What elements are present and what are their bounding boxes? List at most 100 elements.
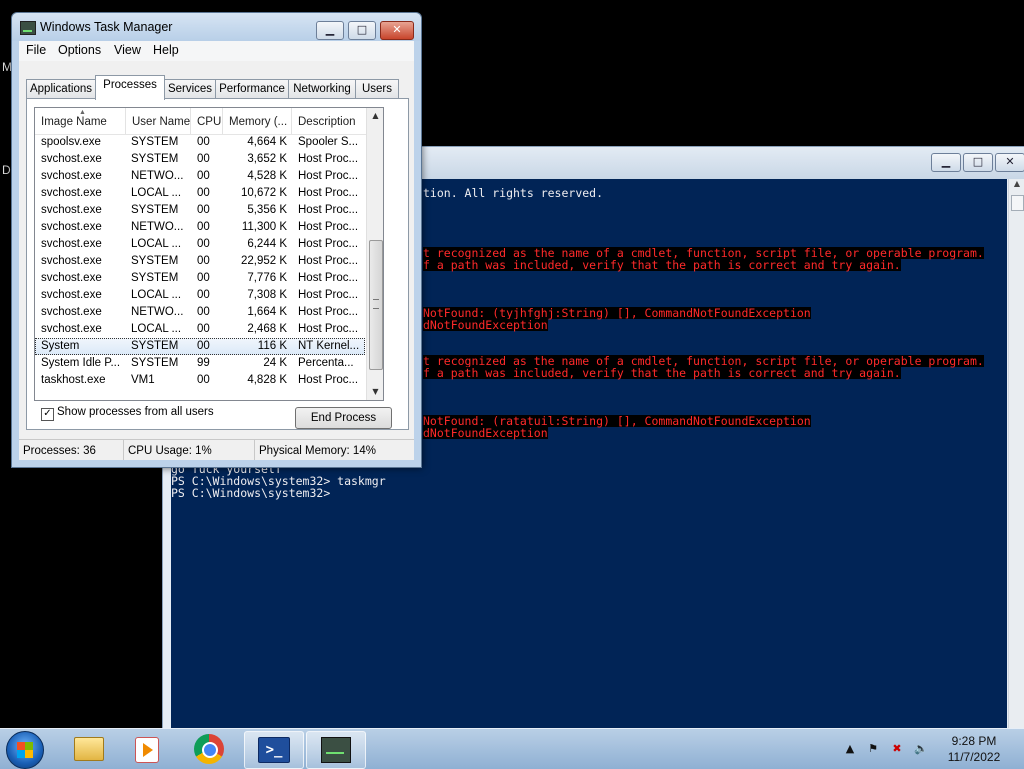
table-row[interactable]: svchost.exe NETWO... 00 11,300 K Host Proc..…	[35, 219, 365, 236]
menu-options[interactable]: Options	[58, 43, 101, 57]
end-process-button[interactable]: End Process	[295, 407, 392, 429]
tab-networking[interactable]: Networking	[288, 79, 356, 99]
minimize-button[interactable]: ▁	[931, 153, 961, 172]
table-row[interactable]: svchost.exe LOCAL ... 00 2,468 K Host Proc..…	[35, 321, 365, 338]
cell-memory: 7,308 K	[247, 289, 287, 301]
taskbar-media-player[interactable]	[116, 731, 174, 767]
network-icon[interactable]: ✖	[888, 729, 906, 769]
table-row[interactable]: System SYSTEM 00 116 K NT Kernel...	[35, 338, 365, 355]
tab-users[interactable]: Users	[355, 79, 399, 99]
maximize-button[interactable]: □	[963, 153, 993, 172]
task-manager-titlebar[interactable]: Windows Task Manager ▁ □ ✕	[12, 13, 421, 41]
cell-description: Host Proc...	[298, 323, 359, 335]
table-row[interactable]: svchost.exe NETWO... 00 1,664 K Host Proc...	[35, 304, 365, 321]
cell-cpu: 00	[197, 255, 210, 267]
menu-help[interactable]: Help	[153, 43, 179, 57]
cell-memory: 2,468 K	[247, 323, 287, 335]
column-cpu[interactable]: CPU	[191, 108, 223, 134]
cell-memory: 5,356 K	[247, 204, 287, 216]
cell-description: Host Proc...	[298, 272, 359, 284]
console-error-line: dNotFoundException	[423, 318, 548, 332]
minimize-button[interactable]: ▁	[316, 21, 344, 40]
clock-date: 11/7/2022	[947, 750, 1001, 764]
table-row[interactable]: svchost.exe SYSTEM 00 7,776 K Host Proc...	[35, 270, 365, 287]
status-bar: Processes: 36 CPU Usage: 1% Physical Mem…	[19, 439, 414, 460]
cell-image-name: svchost.exe	[41, 187, 102, 199]
table-row[interactable]: svchost.exe SYSTEM 00 5,356 K Host Proc...	[35, 202, 365, 219]
task-manager-icon	[321, 737, 351, 763]
clock[interactable]: 9:28 PM 11/7/2022	[936, 733, 1012, 765]
column-description[interactable]: Description	[292, 108, 366, 134]
column-memory[interactable]: Memory (...	[223, 108, 292, 134]
cell-image-name: System	[41, 340, 80, 352]
cell-image-name: svchost.exe	[41, 238, 102, 250]
table-row[interactable]: taskhost.exe VM1 00 4,828 K Host Proc...	[35, 372, 365, 389]
table-row[interactable]: spoolsv.exe SYSTEM 00 4,664 K Spooler S...	[35, 134, 365, 151]
scroll-down-icon[interactable]: ▼	[367, 384, 383, 400]
cell-description: Host Proc...	[298, 221, 359, 233]
tab-processes[interactable]: Processes	[95, 75, 165, 100]
table-row[interactable]: svchost.exe LOCAL ... 00 6,244 K Host Proc..…	[35, 236, 365, 253]
cell-description: Host Proc...	[298, 187, 359, 199]
taskbar-powershell[interactable]: >_	[244, 731, 304, 769]
close-button[interactable]: ✕	[995, 153, 1024, 172]
cell-memory: 7,776 K	[247, 272, 287, 284]
process-list[interactable]: ▲ Image Name User Name CPU Memory (... D…	[34, 107, 384, 401]
cell-description: Host Proc...	[298, 306, 359, 318]
table-row[interactable]: svchost.exe NETWO... 00 4,528 K Host Proc...	[35, 168, 365, 185]
tab-applications[interactable]: Applications	[26, 79, 96, 99]
console-scrollbar[interactable]: ▲	[1008, 179, 1024, 729]
column-image-name[interactable]: ▲ Image Name	[35, 108, 126, 134]
volume-icon[interactable]: 🔈	[912, 729, 930, 769]
close-button[interactable]: ✕	[380, 21, 414, 40]
scroll-up-icon[interactable]: ▲	[1009, 179, 1024, 193]
cell-memory: 11,300 K	[241, 221, 287, 233]
cell-cpu: 00	[197, 306, 210, 318]
action-center-icon[interactable]: ⚑	[864, 729, 882, 769]
table-row[interactable]: System Idle P... SYSTEM 99 24 K Percenta...	[35, 355, 365, 372]
table-row[interactable]: svchost.exe LOCAL ... 00 10,672 K Host Proc.…	[35, 185, 365, 202]
cell-user-name: SYSTEM	[131, 357, 179, 369]
taskbar-explorer[interactable]	[58, 731, 116, 767]
cell-user-name: NETWO...	[131, 306, 184, 318]
cell-cpu: 00	[197, 374, 210, 386]
process-list-scrollbar[interactable]: ▲ ▼	[366, 108, 383, 400]
taskbar-chrome[interactable]	[180, 731, 238, 767]
cell-user-name: LOCAL ...	[131, 238, 182, 250]
menu-file[interactable]: File	[26, 43, 46, 57]
cell-cpu: 00	[197, 340, 210, 352]
show-hidden-icons-icon[interactable]: ▲	[844, 729, 856, 769]
show-all-processes-checkbox[interactable]: ✓	[41, 408, 54, 421]
show-all-processes-label[interactable]: Show processes from all users	[57, 406, 214, 418]
start-button[interactable]	[6, 731, 44, 769]
cell-cpu: 00	[197, 289, 210, 301]
scrollbar-thumb[interactable]	[1011, 195, 1024, 211]
cell-cpu: 00	[197, 136, 210, 148]
menu-view[interactable]: View	[114, 43, 141, 57]
console-error-line: dNotFoundException	[423, 426, 548, 440]
maximize-button[interactable]: □	[348, 21, 376, 40]
taskbar-task-manager[interactable]	[306, 731, 366, 769]
task-manager-icon	[20, 21, 36, 35]
column-user-name[interactable]: User Name	[126, 108, 191, 134]
window-title: Windows Task Manager	[40, 20, 173, 34]
scrollbar-thumb[interactable]	[369, 240, 383, 370]
task-manager-window[interactable]: Windows Task Manager ▁ □ ✕ File Options …	[11, 12, 422, 468]
cell-description: NT Kernel...	[298, 340, 360, 352]
scroll-up-icon[interactable]: ▲	[367, 108, 383, 124]
table-row[interactable]: svchost.exe SYSTEM 00 22,952 K Host Proc...	[35, 253, 365, 270]
cell-cpu: 00	[197, 153, 210, 165]
table-row[interactable]: svchost.exe LOCAL ... 00 7,308 K Host Proc..…	[35, 287, 365, 304]
tab-performance[interactable]: Performance	[215, 79, 289, 99]
cell-memory: 6,244 K	[247, 238, 287, 250]
cell-description: Host Proc...	[298, 238, 359, 250]
cell-cpu: 00	[197, 187, 210, 199]
table-row[interactable]: svchost.exe SYSTEM 00 3,652 K Host Proc...	[35, 151, 365, 168]
tab-services[interactable]: Services	[164, 79, 216, 99]
cell-user-name: LOCAL ...	[131, 323, 182, 335]
cell-cpu: 99	[197, 357, 210, 369]
cell-description: Host Proc...	[298, 153, 359, 165]
cell-memory: 1,664 K	[247, 306, 287, 318]
windows-logo-icon	[17, 742, 33, 758]
desktop-icon-label[interactable]: D	[2, 163, 11, 177]
